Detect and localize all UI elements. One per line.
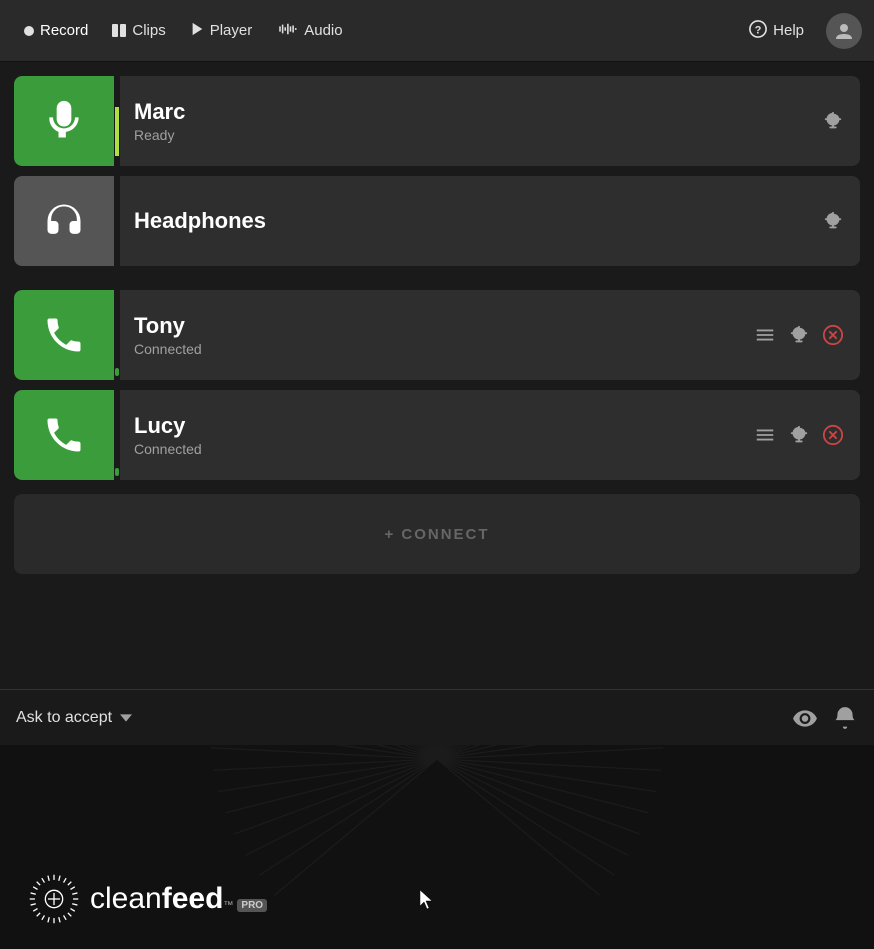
- card-lucy-body: Lucy Connected: [120, 401, 754, 469]
- card-lucy-menu[interactable]: [754, 424, 776, 446]
- card-marc-name: Marc: [134, 99, 808, 125]
- separator: [14, 276, 860, 280]
- card-tony-name: Tony: [134, 313, 740, 339]
- card-lucy-actions: [754, 424, 860, 446]
- logo-tm: ™: [223, 900, 233, 911]
- card-lucy-close[interactable]: [822, 424, 844, 446]
- notification-button[interactable]: [832, 705, 858, 731]
- ask-label: Ask to accept: [16, 709, 112, 727]
- record-dot: [24, 26, 34, 36]
- card-headphones-body: Headphones: [120, 196, 822, 246]
- card-marc-status: Ready: [134, 127, 808, 143]
- card-tony-body: Tony Connected: [120, 301, 754, 369]
- card-tony-menu[interactable]: [754, 324, 776, 346]
- ask-bar: Ask to accept: [0, 689, 874, 745]
- logo-area: cleanfeed™ PRO: [28, 873, 267, 925]
- ask-icons: [792, 705, 858, 731]
- logo-pro: PRO: [237, 899, 267, 912]
- card-headphones-icon: [14, 176, 114, 266]
- card-tony-settings[interactable]: [788, 324, 810, 346]
- top-nav: Record Clips Player Audio: [0, 0, 874, 62]
- nav-clips-label: Clips: [132, 22, 165, 39]
- nav-player[interactable]: Player: [178, 16, 265, 46]
- card-headphones-actions: [822, 210, 860, 232]
- svg-text:?: ?: [755, 24, 762, 36]
- card-headphones: Headphones: [14, 176, 860, 266]
- card-lucy-status: Connected: [134, 441, 740, 457]
- clips-icon: [112, 24, 126, 37]
- card-tony-close[interactable]: [822, 324, 844, 346]
- card-marc-icon: [14, 76, 114, 166]
- nav-record[interactable]: Record: [12, 16, 100, 45]
- help-icon: ?: [749, 20, 767, 42]
- card-headphones-settings[interactable]: [822, 210, 844, 232]
- dark-area: cleanfeed™ PRO: [0, 745, 874, 949]
- card-lucy: Lucy Connected: [14, 390, 860, 480]
- card-headphones-name: Headphones: [134, 208, 808, 234]
- nav-help[interactable]: ? Help: [737, 14, 816, 48]
- nav-right: ? Help: [737, 13, 862, 49]
- card-lucy-name: Lucy: [134, 413, 740, 439]
- card-marc-divider: [114, 76, 120, 166]
- card-tony-actions: [754, 324, 860, 346]
- card-marc-actions: [822, 110, 860, 132]
- nav-avatar[interactable]: [826, 13, 862, 49]
- play-icon: [190, 22, 204, 40]
- logo-clean: clean: [90, 882, 162, 916]
- nav-player-label: Player: [210, 22, 253, 39]
- card-lucy-divider: [114, 390, 120, 480]
- nav-audio[interactable]: Audio: [264, 16, 354, 46]
- card-marc: Marc Ready: [14, 76, 860, 166]
- logo-text: cleanfeed™ PRO: [90, 882, 267, 916]
- card-lucy-icon: [14, 390, 114, 480]
- nav-audio-label: Audio: [304, 22, 342, 39]
- bottom-bar: Ask to accept: [0, 689, 874, 949]
- card-marc-settings[interactable]: [822, 110, 844, 132]
- visibility-button[interactable]: [792, 705, 818, 731]
- card-tony-status: Connected: [134, 341, 740, 357]
- nav-help-label: Help: [773, 22, 804, 39]
- connect-button[interactable]: + CONNECT: [14, 494, 860, 574]
- connect-label: + CONNECT: [384, 526, 489, 543]
- ask-dropdown[interactable]: [116, 708, 136, 728]
- cursor: [420, 890, 434, 915]
- card-headphones-divider: [114, 176, 120, 266]
- nav-record-label: Record: [40, 22, 88, 39]
- nav-clips[interactable]: Clips: [100, 16, 177, 45]
- card-tony-divider: [114, 290, 120, 380]
- card-tony: Tony Connected: [14, 290, 860, 380]
- card-tony-icon: [14, 290, 114, 380]
- main-content: Marc Ready Headphones: [0, 62, 874, 574]
- card-lucy-settings[interactable]: [788, 424, 810, 446]
- audio-icon: [276, 22, 298, 40]
- logo-feed: feed: [162, 882, 224, 916]
- card-marc-body: Marc Ready: [120, 87, 822, 155]
- logo-sun-icon: [28, 873, 80, 925]
